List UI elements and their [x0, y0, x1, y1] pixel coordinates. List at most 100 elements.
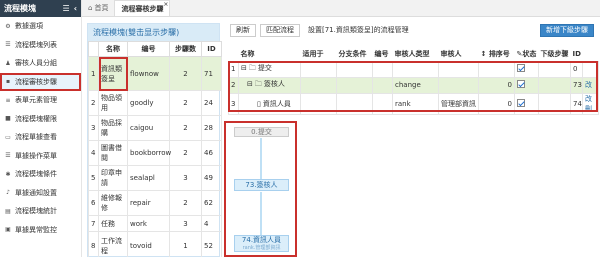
- flow-node-label: 74.資訊人員: [241, 236, 282, 244]
- status-checkbox[interactable]: [517, 80, 525, 88]
- collapse-icon[interactable]: ⊟: [241, 64, 247, 72]
- sidebar-item-exception-monitor[interactable]: ▣ 單據異常監控: [0, 221, 81, 240]
- row-number: 1: [88, 56, 99, 91]
- tab-label: 首頁: [94, 4, 109, 12]
- sidebar-item-notify-settings[interactable]: ♪ 單據通知設置: [0, 184, 81, 203]
- file-icon: ▯: [257, 99, 261, 108]
- module-steps: 2: [169, 140, 202, 166]
- column-header-label: 排序号: [488, 49, 510, 58]
- sidebar-title: 流程模塊: [4, 4, 36, 13]
- menu-icon[interactable]: ☰: [63, 4, 70, 13]
- edit-delete-links[interactable]: 改 刪: [582, 92, 599, 115]
- tab-home[interactable]: ⌂ 首頁: [82, 0, 114, 16]
- module-name: 圖書借閱: [98, 140, 128, 166]
- module-steps: 3: [169, 215, 202, 232]
- table-row[interactable]: 8 工作流程 tovoid 1 52: [88, 231, 222, 257]
- table-row[interactable]: 7 任務 work 3 4: [88, 215, 222, 232]
- row-number: 6: [88, 190, 99, 216]
- folder-icon: 🗀: [254, 80, 262, 88]
- home-icon: ⌂: [88, 4, 93, 12]
- sidebar-item-doc-menu[interactable]: ☰ 單據操作菜單: [0, 147, 81, 166]
- module-table: 名称 编号 步驟数 ID 1 資訊類簽呈 flownow 2 71 2 物品領用…: [88, 41, 222, 257]
- tab-flow-steps[interactable]: 流程審核步驟 ×: [114, 0, 171, 16]
- module-panel: 流程模塊(雙击显示步驟) 名称 编号 步驟数 ID 1 資訊類簽呈 flowno…: [87, 23, 222, 257]
- sidebar-item-label: 流程模塊條件: [15, 170, 57, 179]
- status-checkbox[interactable]: [517, 98, 525, 107]
- module-name: 任務: [98, 215, 128, 232]
- reviewer-type: rank: [392, 92, 439, 115]
- module-id: 28: [201, 115, 222, 141]
- column-header[interactable]: 步驟数: [169, 41, 202, 57]
- flow-node-reviewer[interactable]: 73.簽核人: [234, 179, 289, 191]
- sidebar-item-data-options[interactable]: ⚙ 數據選項: [0, 17, 81, 36]
- step-name-cell: ⊟ 🗀 提交: [238, 60, 301, 78]
- row-number: 5: [88, 165, 99, 191]
- table-row[interactable]: 1 資訊類簽呈 flownow 2 71: [88, 56, 222, 91]
- row-number: 4: [88, 140, 99, 166]
- sort-number: 0: [478, 76, 515, 94]
- column-header[interactable]: ID: [201, 41, 222, 57]
- column-header[interactable]: 编号: [372, 47, 393, 62]
- refresh-button[interactable]: 刷新: [230, 23, 256, 37]
- row-number: 2: [88, 90, 99, 116]
- module-code: bookborrow: [127, 140, 171, 166]
- module-id: 49: [201, 165, 222, 191]
- sidebar-item-label: 表單元素管理: [15, 96, 57, 105]
- table-row[interactable]: 1 ⊟ 🗀 提交 0: [228, 60, 599, 78]
- table-row[interactable]: 5 印章申請 sealapl 3 49: [88, 165, 222, 191]
- column-header[interactable]: 编号: [127, 41, 170, 57]
- table-row[interactable]: 6 維修報修 repair 2 62: [88, 190, 222, 216]
- table-row[interactable]: 3 物品採購 caigou 2 28: [88, 115, 222, 141]
- close-icon[interactable]: ×: [163, 1, 168, 8]
- status-cell: [514, 60, 539, 78]
- module-code: tovoid: [127, 231, 170, 257]
- filter-icon: ✱: [5, 170, 11, 178]
- module-name: 資訊類簽呈: [98, 56, 128, 91]
- chevron-left-icon[interactable]: ‹: [74, 4, 77, 13]
- status-checkbox[interactable]: [517, 64, 525, 72]
- column-header[interactable]: 名称: [98, 41, 128, 57]
- step-name-cell: ▯ 資訊人員: [238, 92, 301, 115]
- match-flow-button[interactable]: 匹配流程: [260, 23, 300, 37]
- flow-node-it-staff[interactable]: 74.資訊人員 rank.管理部資訊: [234, 235, 289, 252]
- table-row[interactable]: 4 圖書借閱 bookborrow 2 46: [88, 140, 222, 166]
- row-actions[interactable]: [582, 60, 599, 78]
- sidebar-item-module-list[interactable]: ☰ 流程模塊列表: [0, 36, 81, 55]
- column-header[interactable]: 适用于: [300, 47, 337, 62]
- module-steps: 2: [169, 115, 202, 141]
- table-row[interactable]: 2 ⊟ 🗀 簽核人 change 0 73 改: [228, 76, 599, 94]
- sidebar-item-doc-view[interactable]: ▭ 流程單據查看: [0, 128, 81, 147]
- module-id: 71: [201, 56, 222, 91]
- column-header[interactable]: ↕ 排序号: [478, 47, 515, 62]
- row-number: 8: [88, 231, 99, 257]
- sidebar-item-module-conditions[interactable]: ✱ 流程模塊條件: [0, 165, 81, 184]
- table-row[interactable]: 3 ▯ 資訊人員 rank 管理部資訊 0 74 改 刪: [228, 92, 599, 115]
- sidebar-item-reviewer-groups[interactable]: ♟ 審核人員分組: [0, 54, 81, 73]
- column-header[interactable]: 审核人: [438, 47, 479, 62]
- table-row[interactable]: 2 物品領用 goodly 2 24: [88, 90, 222, 116]
- reviewer-type: change: [392, 76, 439, 94]
- status-cell: [514, 92, 539, 115]
- sidebar-item-label: 流程模塊權限: [15, 114, 57, 123]
- module-id: 62: [201, 190, 222, 216]
- sidebar-item-flow-steps[interactable]: ▪ 流程審核步驟: [0, 72, 81, 91]
- column-header[interactable]: 名称: [238, 47, 301, 62]
- column-header[interactable]: 分支条件: [336, 47, 373, 62]
- sidebar-item-module-stats[interactable]: ▤ 流程模塊統計: [0, 202, 81, 221]
- column-header[interactable]: ID: [570, 47, 583, 62]
- edit-link[interactable]: 改: [582, 76, 599, 94]
- steps-icon: ▪: [5, 78, 11, 86]
- collapse-icon[interactable]: ⊟: [247, 80, 253, 88]
- column-header[interactable]: ✎状态: [514, 47, 539, 62]
- column-header[interactable]: 下级步骤: [538, 47, 571, 62]
- column-header[interactable]: 审核人类型: [392, 47, 439, 62]
- add-substep-button[interactable]: 新增下級步驟: [540, 23, 594, 37]
- sidebar-item-module-permissions[interactable]: ■ 流程模塊權限: [0, 110, 81, 129]
- sidebar-header: 流程模塊 ☰ ‹: [0, 0, 81, 17]
- sidebar-item-label: 審核人員分組: [15, 59, 57, 68]
- sidebar-item-form-elements[interactable]: ≡ 表單元素管理: [0, 91, 81, 110]
- toolbar-info: 設置[71.資訊類簽呈]的流程管理: [308, 26, 409, 34]
- sidebar: 流程模塊 ☰ ‹ ⚙ 數據選項 ☰ 流程模塊列表 ♟ 審核人員分組 ▪ 流程審核…: [0, 0, 82, 257]
- row-number: 1: [228, 60, 239, 78]
- flow-node-start[interactable]: 0.提交: [234, 127, 289, 137]
